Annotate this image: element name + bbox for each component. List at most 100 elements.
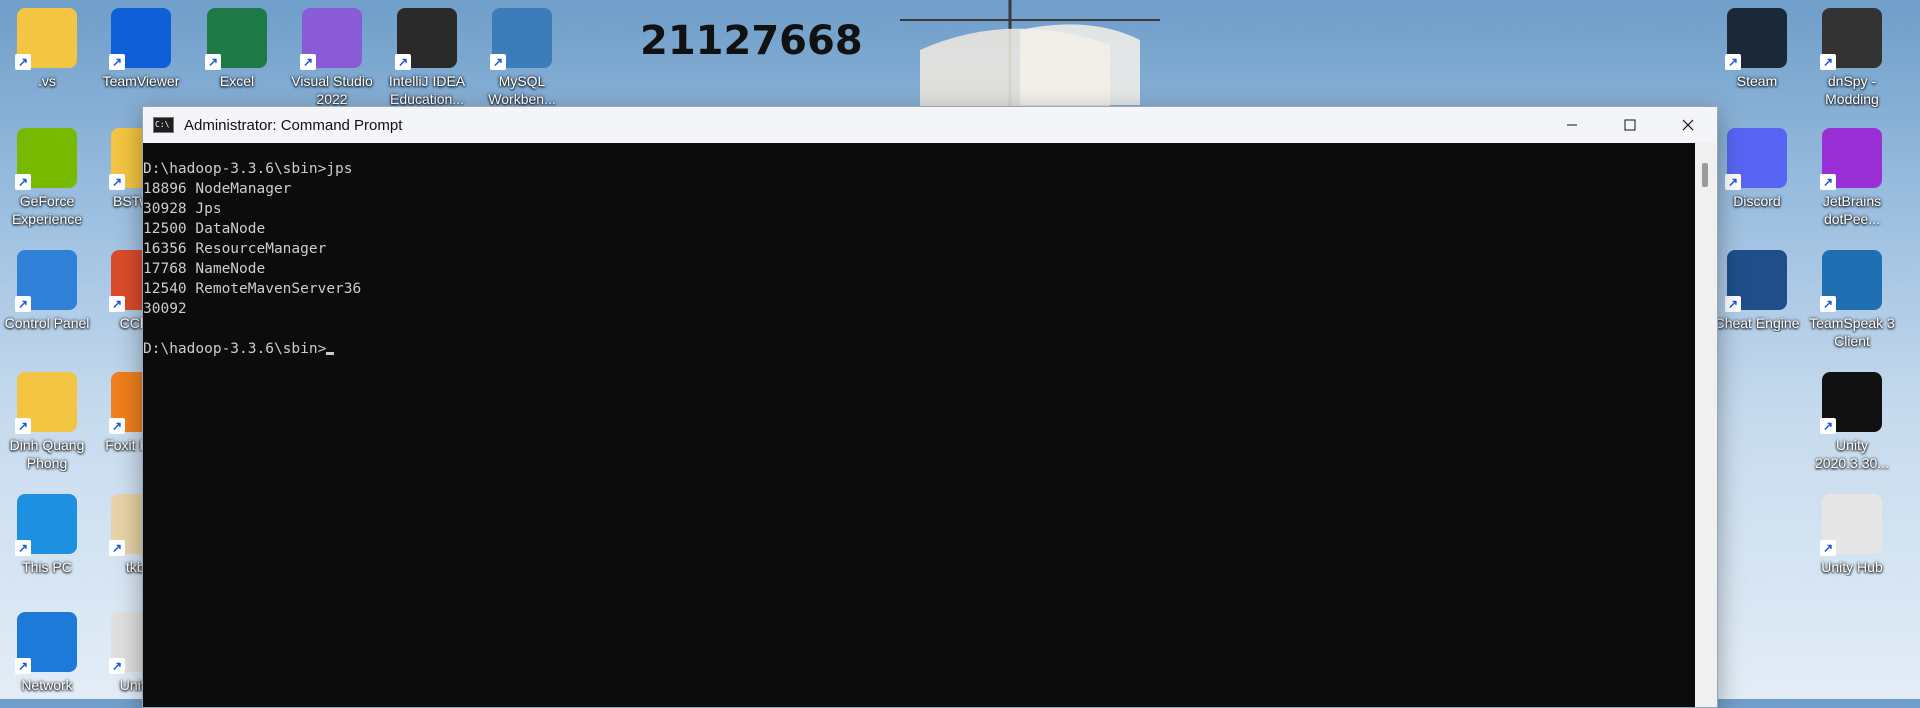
shortcut-arrow-icon: ↗: [300, 54, 316, 70]
desktop-icon-visual-studio[interactable]: ↗ Visual Studio 2022: [287, 8, 377, 108]
command-prompt-window[interactable]: C:\ Administrator: Command Prompt D:\had…: [142, 106, 1718, 708]
shortcut-arrow-icon: ↗: [15, 418, 31, 434]
console-line: 30092: [143, 301, 187, 317]
teamspeak-icon: ↗: [1820, 250, 1882, 312]
desktop-icon-label: Excel: [219, 73, 255, 89]
desktop-icon-label: TeamViewer: [102, 73, 180, 89]
shortcut-arrow-icon: ↗: [205, 54, 221, 70]
desktop-icon-unity-hub[interactable]: ↗ Unity Hub: [1807, 494, 1897, 576]
console-prompt-line[interactable]: D:\hadoop-3.3.6\sbin>: [143, 339, 1695, 359]
desktop-icon-label: Unity 2020.3.30...: [1815, 437, 1889, 471]
desktop-icon-network[interactable]: ↗ Network: [2, 612, 92, 694]
desktop-icon-label: Dinh Quang Phong: [9, 437, 85, 471]
desktop-icon-label: GeForce Experience: [11, 193, 83, 227]
vertical-scrollbar[interactable]: [1695, 143, 1717, 707]
close-button[interactable]: [1659, 107, 1717, 143]
desktop-icon-label: TeamSpeak 3 Client: [1809, 315, 1895, 349]
cmd-icon: C:\: [153, 117, 174, 133]
shortcut-arrow-icon: ↗: [109, 54, 125, 70]
desktop-icon-control-panel[interactable]: ↗ Control Panel: [2, 250, 92, 332]
shortcut-arrow-icon: ↗: [1820, 418, 1836, 434]
desktop-icon-label: dnSpy - Modding: [1825, 73, 1879, 107]
console-lines: D:\hadoop-3.3.6\sbin>jps 18896 NodeManage…: [143, 159, 1695, 339]
shortcut-arrow-icon: ↗: [109, 174, 125, 190]
desktop-icon-excel[interactable]: ↗ Excel: [192, 8, 282, 90]
desktop-icon-label: Cheat Engine: [1714, 315, 1800, 331]
close-icon: [1682, 119, 1694, 131]
cheat-engine-icon: ↗: [1725, 250, 1787, 312]
wallpaper-ship-sail: [900, 0, 1160, 110]
shortcut-arrow-icon: ↗: [109, 418, 125, 434]
desktop-icon-label: JetBrains dotPee...: [1822, 193, 1882, 227]
window-controls: [1543, 107, 1717, 143]
desktop-icon-mysql-workbench[interactable]: ↗ MySQL Workben...: [477, 8, 567, 108]
maximize-icon: [1624, 119, 1636, 131]
unity-hub-icon: ↗: [1820, 494, 1882, 556]
teamviewer-icon: ↗: [109, 8, 171, 70]
shortcut-arrow-icon: ↗: [1820, 296, 1836, 312]
window-titlebar[interactable]: C:\ Administrator: Command Prompt: [143, 107, 1717, 143]
desktop-icon-label: Steam: [1736, 73, 1778, 89]
console-output[interactable]: D:\hadoop-3.3.6\sbin>jps 18896 NodeManage…: [143, 143, 1695, 707]
console-line: D:\hadoop-3.3.6\sbin>jps: [143, 161, 353, 177]
shortcut-arrow-icon: ↗: [15, 54, 31, 70]
desktop-icon-unity[interactable]: ↗ Unity 2020.3.30...: [1807, 372, 1897, 472]
desktop-icon-label: Network: [21, 677, 73, 693]
dotpeek-icon: ↗: [1820, 128, 1882, 190]
desktop-icon-label: .vs: [38, 73, 56, 89]
desktop-icon-label: IntelliJ IDEA Education...: [388, 73, 466, 107]
text-cursor: [326, 352, 335, 355]
maximize-button[interactable]: [1601, 107, 1659, 143]
shortcut-arrow-icon: ↗: [1820, 174, 1836, 190]
window-title: Administrator: Command Prompt: [184, 116, 403, 134]
minimize-icon: [1567, 124, 1577, 126]
excel-icon: ↗: [205, 8, 267, 70]
desktop-icon-this-pc[interactable]: ↗ This PC: [2, 494, 92, 576]
desktop-icon-label: Unity Hub: [1821, 559, 1883, 575]
console-prompt: D:\hadoop-3.3.6\sbin>: [143, 341, 327, 357]
desktop-icon-label: Control Panel: [4, 315, 90, 331]
desktop-icon-label: Discord: [1733, 193, 1781, 209]
dnspy-icon: ↗: [1820, 8, 1882, 70]
desktop-icon-discord[interactable]: ↗ Discord: [1712, 128, 1802, 210]
shortcut-arrow-icon: ↗: [15, 296, 31, 312]
desktop-icon-dotpeek[interactable]: ↗ JetBrains dotPee...: [1807, 128, 1897, 228]
scrollbar-thumb[interactable]: [1702, 163, 1708, 187]
intellij-icon: ↗: [395, 8, 457, 70]
shortcut-arrow-icon: ↗: [15, 174, 31, 190]
shortcut-arrow-icon: ↗: [109, 296, 125, 312]
console-line: 18896 NodeManager: [143, 181, 292, 197]
shortcut-arrow-icon: ↗: [1725, 296, 1741, 312]
console-line: 30928 Jps: [143, 201, 222, 217]
shortcut-arrow-icon: ↗: [15, 658, 31, 674]
desktop-icon-dnspy[interactable]: ↗ dnSpy - Modding: [1807, 8, 1897, 108]
shortcut-arrow-icon: ↗: [15, 540, 31, 556]
mysql-workbench-icon: ↗: [490, 8, 552, 70]
unity-icon: ↗: [1820, 372, 1882, 434]
desktop-icon-intellij[interactable]: ↗ IntelliJ IDEA Education...: [382, 8, 472, 108]
desktop-icon-user-folder[interactable]: ↗ Dinh Quang Phong: [2, 372, 92, 472]
desktop-icon-geforce[interactable]: ↗ GeForce Experience: [2, 128, 92, 228]
desktop-icon-cheat-engine[interactable]: ↗ Cheat Engine: [1712, 250, 1802, 332]
desktop-icon-label: Visual Studio 2022: [291, 73, 373, 107]
console-line: 12500 DataNode: [143, 221, 266, 237]
desktop-icon-teamviewer[interactable]: ↗ TeamViewer: [96, 8, 186, 90]
shortcut-arrow-icon: ↗: [1725, 54, 1741, 70]
geforce-icon: ↗: [15, 128, 77, 190]
desktop-icon-steam[interactable]: ↗ Steam: [1712, 8, 1802, 90]
desktop-icon-folder[interactable]: ↗ .vs: [2, 8, 92, 90]
desktop-number-overlay: 21127668: [640, 18, 863, 64]
shortcut-arrow-icon: ↗: [1820, 540, 1836, 556]
desktop-icon-teamspeak[interactable]: ↗ TeamSpeak 3 Client: [1807, 250, 1897, 350]
this-pc-icon: ↗: [15, 494, 77, 556]
control-panel-icon: ↗: [15, 250, 77, 312]
shortcut-arrow-icon: ↗: [109, 658, 125, 674]
shortcut-arrow-icon: ↗: [1820, 54, 1836, 70]
minimize-button[interactable]: [1543, 107, 1601, 143]
visual-studio-icon: ↗: [300, 8, 362, 70]
desktop-icon-label: This PC: [22, 559, 72, 575]
steam-icon: ↗: [1725, 8, 1787, 70]
shortcut-arrow-icon: ↗: [490, 54, 506, 70]
discord-icon: ↗: [1725, 128, 1787, 190]
